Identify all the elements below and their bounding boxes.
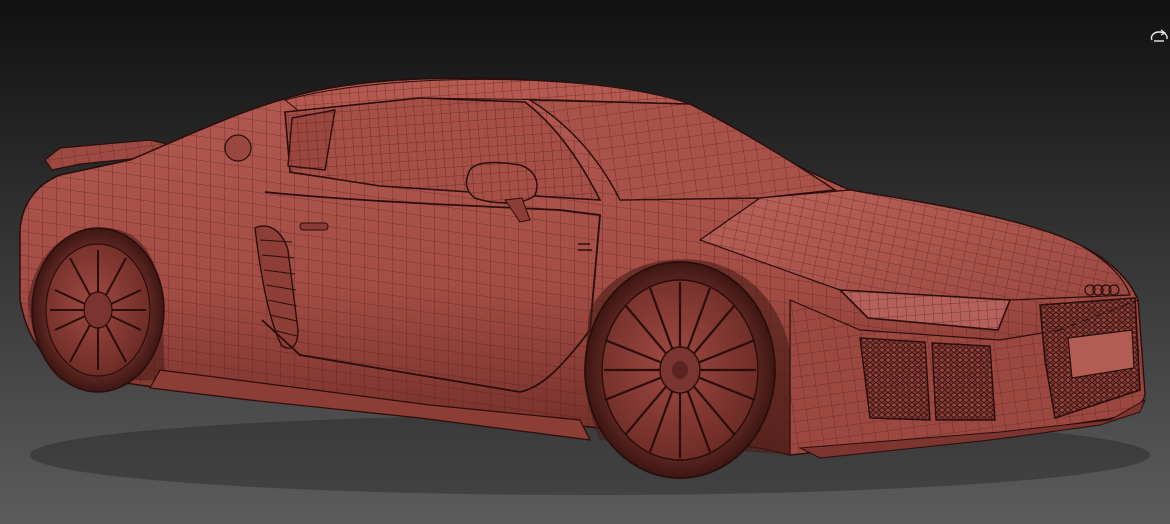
viewcube-gizmo-icon[interactable] xyxy=(1148,26,1170,46)
front-intake-right xyxy=(931,342,996,421)
fuel-cap xyxy=(224,134,252,162)
front-wheel xyxy=(584,261,776,479)
front-intake-left xyxy=(859,337,931,421)
door-handle xyxy=(299,222,329,231)
viewport-scene[interactable] xyxy=(0,0,1170,524)
rear-wheel xyxy=(31,227,165,393)
3d-viewport[interactable] xyxy=(0,0,1170,524)
